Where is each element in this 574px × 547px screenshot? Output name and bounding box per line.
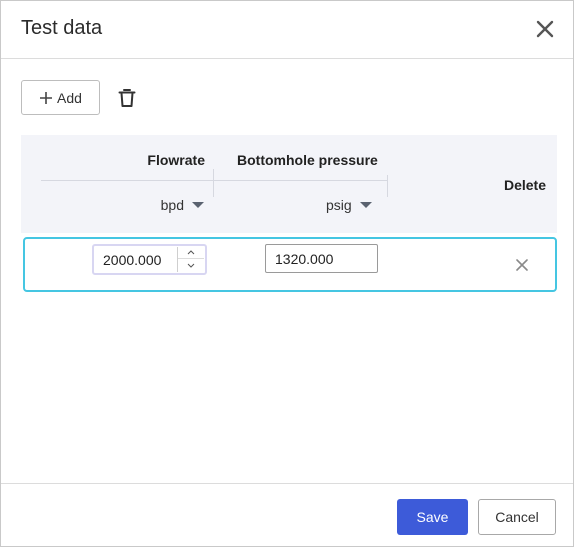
table-row [23, 237, 557, 292]
close-icon [516, 259, 528, 271]
column-header-bottomhole-pressure: Bottomhole pressure [237, 152, 378, 168]
caret-down-icon [192, 202, 204, 208]
close-button[interactable] [531, 15, 559, 43]
stepper-decrement[interactable] [178, 259, 204, 271]
table-header: Flowrate Bottomhole pressure Delete bpd … [21, 135, 557, 233]
flowrate-unit-value: bpd [160, 197, 184, 213]
flowrate-input[interactable] [94, 246, 178, 273]
plus-icon [40, 91, 53, 104]
dialog-header: Test data [1, 1, 573, 59]
column-header-delete: Delete [503, 177, 546, 193]
flowrate-unit-select[interactable]: bpd [161, 197, 204, 213]
cancel-button[interactable]: Cancel [478, 499, 556, 535]
flowrate-stepper[interactable] [92, 244, 207, 275]
header-divider [41, 180, 387, 181]
dialog-footer: Save Cancel [1, 483, 573, 546]
column-header-flowrate: Flowrate [147, 152, 205, 168]
chevron-down-icon [187, 263, 195, 268]
stepper-increment[interactable] [178, 247, 204, 259]
save-button[interactable]: Save [397, 499, 468, 535]
delete-all-button[interactable] [115, 85, 139, 111]
caret-down-icon [359, 202, 372, 208]
column-separator [213, 169, 214, 197]
dialog-title: Test data [21, 17, 103, 39]
stepper-buttons [177, 247, 204, 272]
column-separator [387, 175, 388, 197]
pressure-unit-select[interactable]: psig [326, 197, 372, 213]
add-button-label: Add [57, 89, 82, 106]
bottomhole-pressure-input[interactable] [265, 244, 378, 273]
test-data-dialog: Test data Add Flowrate Bottomhole pressu… [0, 0, 574, 547]
close-icon [536, 20, 554, 38]
pressure-unit-value: psig [326, 197, 352, 213]
chevron-up-icon [187, 250, 195, 255]
trash-icon [118, 89, 136, 107]
add-button[interactable]: Add [21, 80, 100, 115]
delete-row-button[interactable] [514, 257, 530, 273]
